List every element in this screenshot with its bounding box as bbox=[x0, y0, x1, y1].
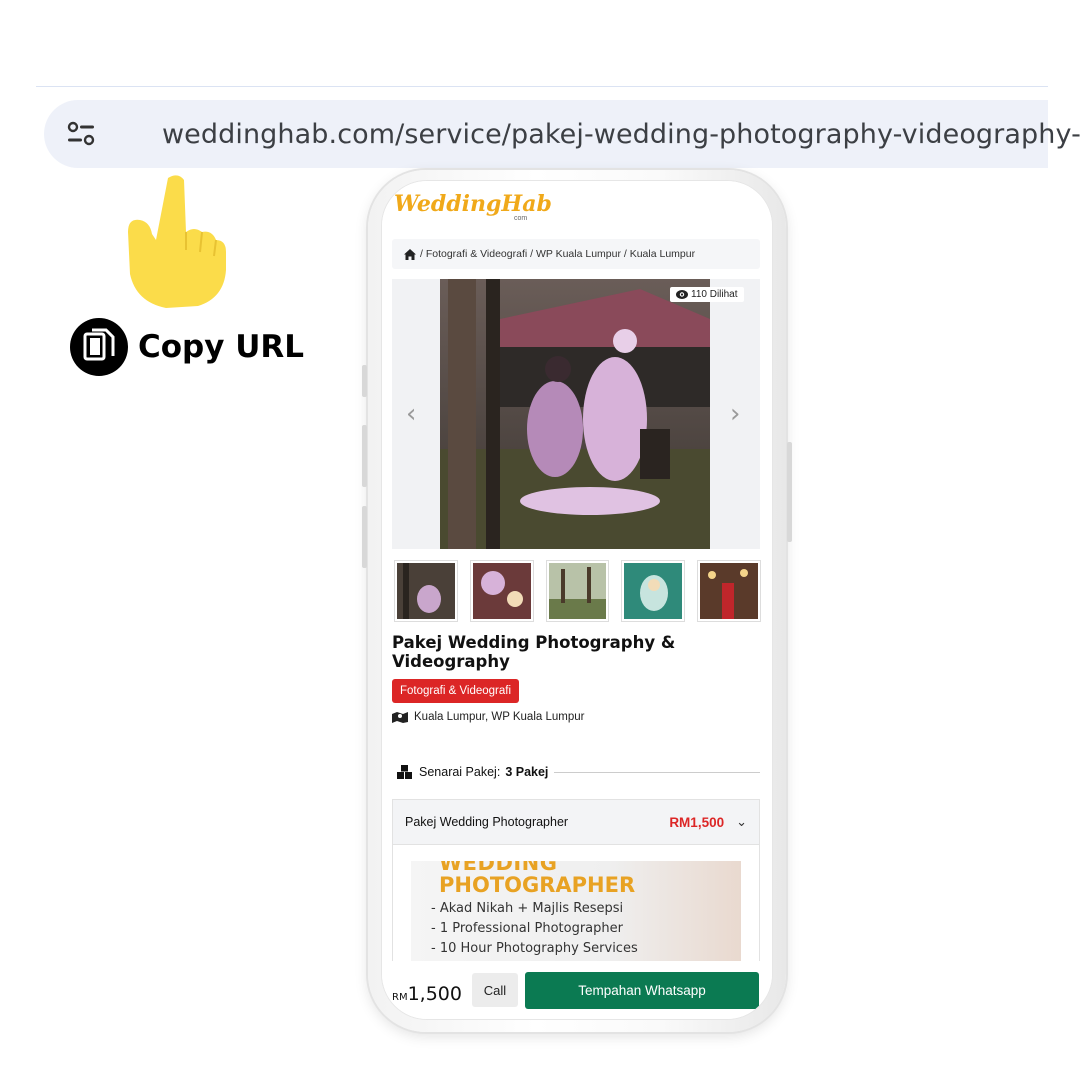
package-price: RM1,500 bbox=[669, 814, 725, 830]
gallery-next-arrow-icon[interactable]: › bbox=[730, 399, 740, 429]
gallery-thumbnail[interactable] bbox=[546, 561, 609, 621]
site-settings-icon[interactable] bbox=[66, 120, 96, 148]
boxes-icon bbox=[397, 765, 412, 779]
view-count-badge: 110 Dilihat bbox=[670, 287, 744, 302]
package-accordion-body: WEDDING PHOTOGRAPHER - Akad Nikah + Majl… bbox=[392, 845, 760, 975]
gallery-thumbnail[interactable] bbox=[470, 561, 533, 621]
address-bar[interactable]: weddinghab.com/service/pakej-wedding-pho… bbox=[44, 100, 1080, 168]
package-list-label: Senarai Pakej: bbox=[419, 765, 501, 779]
promo-line: - 1 Professional Photographer bbox=[431, 921, 623, 936]
thumbnail-strip bbox=[395, 561, 760, 623]
phone-button bbox=[362, 425, 367, 487]
address-url[interactable]: weddinghab.com/service/pakej-wedding-pho… bbox=[162, 119, 1080, 150]
category-badge[interactable]: Fotografi & Videografi bbox=[392, 679, 520, 703]
map-pin-icon bbox=[392, 712, 408, 723]
gallery-prev-arrow-icon[interactable]: ‹ bbox=[406, 399, 416, 429]
gallery-thumbnail[interactable] bbox=[395, 561, 457, 621]
price-currency: RM bbox=[392, 992, 408, 1003]
breadcrumb: / Fotografi & Videografi / WP Kuala Lump… bbox=[392, 239, 760, 269]
whatsapp-booking-button[interactable]: Tempahan Whatsapp bbox=[525, 972, 759, 1009]
copy-url-label: Copy URL bbox=[138, 329, 305, 365]
package-promo-image: WEDDING PHOTOGRAPHER - Akad Nikah + Majl… bbox=[411, 861, 741, 971]
promo-line: - 10 Hour Photography Services bbox=[431, 941, 638, 956]
site-logo-sub: com bbox=[514, 215, 528, 222]
package-accordion-header[interactable]: Pakej Wedding Photographer RM1,500 ⌄ bbox=[392, 799, 760, 845]
service-location: Kuala Lumpur, WP Kuala Lumpur bbox=[392, 711, 584, 723]
promo-line: - Akad Nikah + Majlis Resepsi bbox=[431, 901, 624, 916]
gallery-thumbnail[interactable] bbox=[622, 561, 685, 621]
main-photo[interactable] bbox=[440, 279, 710, 549]
gallery-thumbnail[interactable] bbox=[698, 561, 760, 621]
chevron-down-icon[interactable]: ⌄ bbox=[736, 814, 747, 830]
bottom-price: RM1,500 bbox=[392, 983, 462, 1005]
home-icon[interactable] bbox=[404, 248, 416, 260]
pointing-hand-icon bbox=[128, 175, 226, 308]
package-list-heading: Senarai Pakej: 3 Pakej bbox=[396, 765, 760, 779]
package-name: Pakej Wedding Photographer bbox=[405, 815, 569, 829]
divider bbox=[554, 771, 760, 773]
photo-gallery: ‹ › 110 Dilihat bbox=[392, 279, 760, 549]
site-header: WeddingHab com bbox=[382, 181, 772, 229]
package-count: 3 Pakej bbox=[505, 765, 549, 779]
promo-heading: PHOTOGRAPHER bbox=[439, 873, 636, 897]
price-amount: 1,500 bbox=[407, 983, 462, 1005]
phone-button bbox=[362, 506, 367, 568]
breadcrumb-path[interactable]: / Fotografi & Videografi / WP Kuala Lump… bbox=[420, 248, 695, 260]
phone-button bbox=[787, 442, 792, 542]
browser-divider bbox=[36, 86, 1048, 87]
location-text: Kuala Lumpur, WP Kuala Lumpur bbox=[414, 711, 585, 723]
phone-mockup: WeddingHab com / Fotografi & Videografi … bbox=[362, 170, 792, 1032]
service-title: Pakej Wedding Photography & Videography bbox=[392, 633, 676, 671]
site-logo[interactable]: WeddingHab bbox=[394, 191, 552, 217]
eye-icon bbox=[676, 290, 688, 299]
bottom-action-bar: RM1,500 Call Tempahan Whatsapp bbox=[382, 961, 772, 1019]
copy-url-action[interactable]: Copy URL bbox=[70, 318, 304, 376]
view-count: 110 Dilihat bbox=[691, 289, 738, 300]
call-button[interactable]: Call bbox=[472, 973, 518, 1007]
phone-button bbox=[362, 365, 367, 397]
copy-file-icon bbox=[70, 318, 128, 376]
phone-screen: WeddingHab com / Fotografi & Videografi … bbox=[381, 180, 773, 1020]
